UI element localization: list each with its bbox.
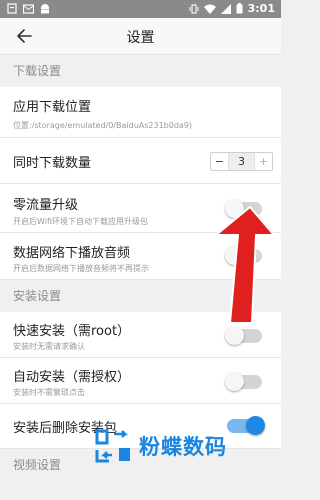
clock: 3:01 [247,2,275,15]
watermark: 粉蝶数码 [95,426,227,466]
concurrent-downloads-row: 同时下载数量 − 3 + [0,138,281,184]
toggle-knob [246,416,265,435]
vibrate-icon [189,3,199,14]
notification-icon [7,3,17,14]
download-location-row[interactable]: 应用下载位置 位置:/storage/emulated/0/BaiduAs231… [0,87,281,138]
android-icon [41,4,49,14]
page-title: 设置 [126,30,155,46]
battery-icon [236,3,243,14]
download-location-label: 应用下载位置 [13,100,92,115]
download-location-path: 位置:/storage/emulated/0/BaiduAs231b0da9) [13,121,193,130]
watermark-text: 粉蝶数码 [139,435,227,459]
app-bar: 设置 [0,18,281,55]
delete-after-install-toggle[interactable] [227,416,265,435]
quick-install-desc: 安装时无需请求确认 [13,342,85,351]
auto-install-desc: 安装时不需繁琐点击 [13,388,85,397]
zero-traffic-desc: 开启后Wifi环境下自动下载应用升级包 [13,217,148,226]
concurrent-downloads-value: 3 [228,153,255,170]
watermark-logo-icon [95,429,130,463]
zero-traffic-label: 零流量升级 [13,198,79,213]
mail-icon [23,3,34,14]
auto-install-toggle[interactable] [225,372,262,391]
auto-install-row[interactable]: 自动安装（需授权） 安装时不需繁琐点击 [0,358,281,404]
concurrent-downloads-label: 同时下载数量 [13,156,92,171]
concurrent-downloads-stepper[interactable]: − 3 + [210,152,273,171]
status-bar: 3:01 [0,0,281,18]
signal-icon [220,3,231,14]
wifi-icon [203,4,216,14]
toggle-knob [225,372,244,391]
auto-install-label: 自动安装（需授权） [13,370,131,385]
mobile-audio-label: 数据网络下播放音频 [13,246,131,261]
red-pointer-arrow [215,206,275,324]
mobile-audio-desc: 开启后数据网络下播放音频将不再提示 [13,264,149,273]
quick-install-label: 快速安装（需root） [13,324,131,339]
increment-button[interactable]: + [255,155,272,168]
section-header-download: 下载设置 [0,55,281,87]
decrement-button[interactable]: − [211,155,228,168]
